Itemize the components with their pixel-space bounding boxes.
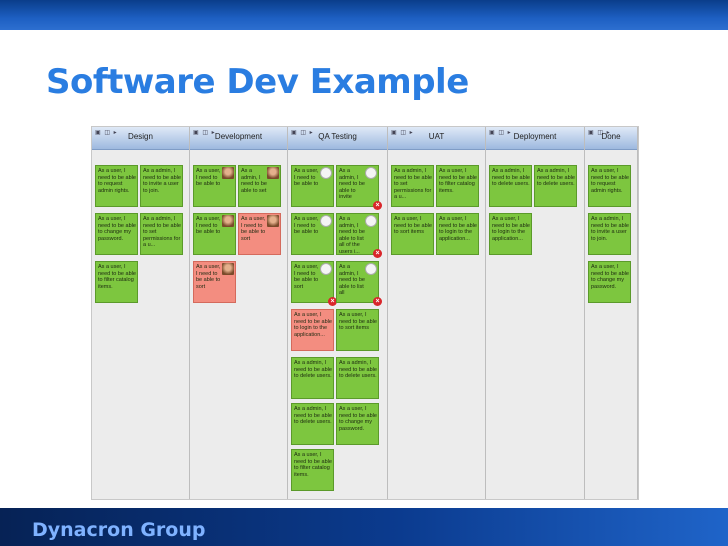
- story-card-text: As a admin, I need to be able to set per…: [394, 168, 432, 201]
- story-card[interactable]: As a user, I need to be able to login to…: [489, 213, 532, 255]
- column-title: Design: [128, 132, 153, 141]
- column-header[interactable]: ▣ ◫ ▸ Done: [585, 127, 637, 150]
- blocked-x-icon[interactable]: ×: [373, 249, 382, 258]
- story-card[interactable]: As a admin, I need to be able to list al…: [336, 261, 379, 303]
- story-card[interactable]: As a admin, I need to be able to invite: [336, 165, 379, 207]
- slide-top-banner: [0, 0, 728, 30]
- cat-avatar-icon: [365, 263, 377, 275]
- story-card[interactable]: As a admin, I need to be able to delete …: [291, 403, 334, 445]
- story-card-text: As a user, I need to be able to filter c…: [98, 264, 136, 290]
- story-card-text: As a admin, I need to be able to delete …: [339, 360, 377, 380]
- story-card[interactable]: As a admin, I need to be able to set per…: [391, 165, 434, 207]
- story-card[interactable]: As a admin, I need to be able to delete …: [534, 165, 577, 207]
- column-header[interactable]: ▣ ◫ ▸ UAT: [388, 127, 485, 150]
- story-card-text: As a user, I need to be able to request …: [98, 168, 136, 194]
- column-title: Done: [601, 132, 621, 141]
- column-header[interactable]: ▣ ◫ ▸ Design: [92, 127, 189, 150]
- story-card-text: As a user, I need to be able to: [196, 168, 221, 188]
- slide-title: Software Dev Example: [46, 62, 469, 102]
- story-card-text: As a user, I need to be able to login to…: [294, 312, 332, 338]
- story-card[interactable]: As a admin, I need to be able to invite …: [588, 213, 631, 255]
- story-card[interactable]: As a admin, I need to be able to delete …: [336, 357, 379, 399]
- story-card[interactable]: As a user, I need to be able to sort: [291, 261, 334, 303]
- story-card[interactable]: As a user, I need to be able to login to…: [436, 213, 479, 255]
- story-card[interactable]: As a user, I need to be able to: [291, 165, 334, 207]
- story-card[interactable]: As a user, I need to be able to: [291, 213, 334, 255]
- column-title: Deployment: [513, 132, 557, 141]
- story-card-text: As a user, I need to be able to sort ite…: [339, 312, 377, 332]
- story-card-text: As a user, I need to be able to request …: [591, 168, 629, 194]
- story-card-text: As a admin, I need to be able to set per…: [143, 216, 181, 249]
- blocked-x-icon[interactable]: ×: [373, 201, 382, 210]
- story-card-text: As a user, I need to be able to: [294, 216, 319, 236]
- story-card-text: As a user, I need to be able to sort: [196, 264, 221, 290]
- story-card[interactable]: As a admin, I need to be able to set: [238, 165, 281, 207]
- story-card-text: As a user, I need to be able to change m…: [591, 264, 629, 290]
- cat-avatar-icon: [365, 215, 377, 227]
- column-header[interactable]: ▣ ◫ ▸ Deployment: [486, 127, 584, 150]
- story-card-text: As a user, I need to be able to login to…: [439, 216, 477, 242]
- column-title: UAT: [428, 132, 445, 141]
- story-card-text: As a admin, I need to be able to invite: [339, 168, 365, 201]
- story-card-text: As a user, I need to be able to filter c…: [294, 452, 332, 478]
- column-header[interactable]: ▣ ◫ ▸ QA Testing: [288, 127, 387, 150]
- story-card[interactable]: As a user, I need to be able to login to…: [291, 309, 334, 351]
- story-card-text: As a user, I need to be able to: [196, 216, 221, 236]
- story-card[interactable]: As a user, I need to be able to filter c…: [95, 261, 138, 303]
- story-card-text: As a admin, I need to be able to invite …: [591, 216, 629, 242]
- story-card[interactable]: As a user, I need to be able to: [193, 213, 236, 255]
- story-card[interactable]: As a user, I need to be able to change m…: [588, 261, 631, 303]
- story-card-text: As a user, I need to be able to login to…: [492, 216, 530, 242]
- story-card-text: As a admin, I need to be able to list al…: [339, 264, 365, 297]
- cat-avatar-icon: [320, 167, 332, 179]
- story-card-text: As a user, I need to be able to sort: [241, 216, 266, 242]
- story-card[interactable]: As a user, I need to be able to: [193, 165, 236, 207]
- story-card-text: As a admin, I need to be able to delete …: [294, 360, 332, 380]
- user-avatar: [267, 215, 279, 227]
- story-card-text: As a admin, I need to be able to delete …: [492, 168, 530, 188]
- footer-company-name: Dynacron Group: [32, 519, 206, 541]
- story-card[interactable]: As a user, I need to be able to request …: [588, 165, 631, 207]
- column-header[interactable]: ▣ ◫ ▸ Development: [190, 127, 287, 150]
- story-card[interactable]: As a user, I need to be able to change m…: [95, 213, 138, 255]
- story-card[interactable]: As a admin, I need to be able to list al…: [336, 213, 379, 255]
- user-avatar: [222, 167, 234, 179]
- user-avatar: [267, 167, 279, 179]
- story-card-text: As a user, I need to be able to sort: [294, 264, 319, 290]
- kanban-board: ▣ ◫ ▸ Design ▣ ◫ ▸ Development ▣ ◫ ▸ QA Testi…: [91, 126, 639, 500]
- story-card-text: As a user, I need to be able to change m…: [339, 406, 377, 432]
- story-card[interactable]: As a admin, I need to be able to invite …: [140, 165, 183, 207]
- story-card[interactable]: As a user, I need to be able to change m…: [336, 403, 379, 445]
- blocked-x-icon[interactable]: ×: [373, 297, 382, 306]
- story-card[interactable]: As a admin, I need to be able to delete …: [291, 357, 334, 399]
- story-card[interactable]: As a user, I need to be able to sort ite…: [336, 309, 379, 351]
- story-card[interactable]: As a user, I need to be able to request …: [95, 165, 138, 207]
- cat-avatar-icon: [365, 167, 377, 179]
- story-card-text: As a admin, I need to be able to delete …: [537, 168, 575, 188]
- story-card[interactable]: As a user, I need to be able to filter c…: [436, 165, 479, 207]
- story-card-text: As a user, I need to be able to filter c…: [439, 168, 477, 194]
- column-title: QA Testing: [318, 132, 357, 141]
- story-card-text: As a admin, I need to be able to invite …: [143, 168, 181, 194]
- cat-avatar-icon: [320, 263, 332, 275]
- story-card[interactable]: As a user, I need to be able to filter c…: [291, 449, 334, 491]
- user-avatar: [222, 215, 234, 227]
- story-card-text: As a admin, I need to be able to delete …: [294, 406, 332, 426]
- story-card[interactable]: As a admin, I need to be able to delete …: [489, 165, 532, 207]
- story-card[interactable]: As a user, I need to be able to sort: [238, 213, 281, 255]
- user-avatar: [222, 263, 234, 275]
- story-card[interactable]: As a user, I need to be able to sort: [193, 261, 236, 303]
- story-card-text: As a user, I need to be able to sort ite…: [394, 216, 432, 236]
- story-card-text: As a admin, I need to be able to set: [241, 168, 267, 194]
- story-card-text: As a user, I need to be able to change m…: [98, 216, 136, 242]
- column-title: Development: [214, 132, 263, 141]
- cat-avatar-icon: [320, 215, 332, 227]
- story-card-text: As a admin, I need to be able to list al…: [339, 216, 365, 254]
- story-card[interactable]: As a user, I need to be able to sort ite…: [391, 213, 434, 255]
- story-card-text: As a user, I need to be able to: [294, 168, 319, 188]
- story-card[interactable]: As a admin, I need to be able to set per…: [140, 213, 183, 255]
